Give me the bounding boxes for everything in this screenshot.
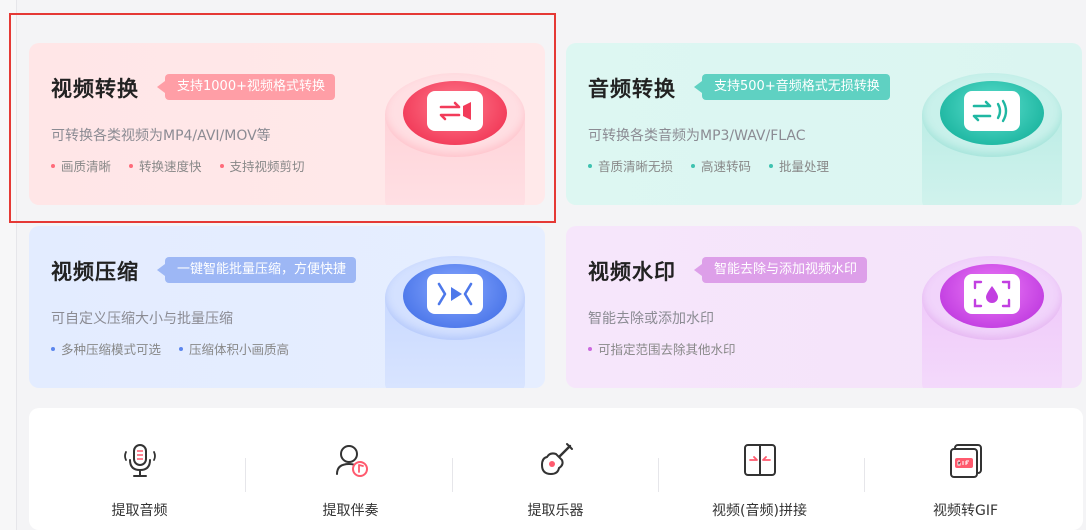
card-description: 可转换各类音频为MP3/WAV/FLAC: [588, 128, 806, 144]
card-title: 音频转换: [588, 77, 676, 101]
audio-convert-card[interactable]: 音频转换 支持500+音频格式无损转换 可转换各类音频为MP3/WAV/FLAC…: [566, 43, 1082, 205]
card-description: 智能去除或添加水印: [588, 311, 714, 327]
feature-item: 音质清晰无损: [588, 156, 673, 175]
tool-extract-accompaniment[interactable]: 提取伴奏: [248, 408, 453, 530]
video-watermark-card[interactable]: 视频水印 智能去除与添加视频水印 智能去除或添加水印 可指定范围去除其他水印: [566, 226, 1082, 388]
tool-extract-audio[interactable]: 提取音频: [37, 408, 242, 530]
feature-item: 压缩体积小画质高: [179, 339, 289, 358]
left-sidebar-edge: [0, 0, 17, 530]
feature-item: 画质清晰: [51, 156, 111, 175]
tool-label: 提取音频: [111, 503, 168, 519]
feature-list: 画质清晰 转换速度快 支持视频剪切: [51, 156, 305, 175]
tool-video-to-gif[interactable]: 视频转GIF: [863, 408, 1068, 530]
card-tag: 一键智能批量压缩，方便快捷: [156, 257, 357, 283]
tool-merge[interactable]: 视频(音频)拼接: [657, 408, 862, 530]
watermark-icon: [922, 256, 1062, 388]
gif-icon: [949, 444, 982, 478]
card-title: 视频压缩: [51, 260, 139, 284]
tool-label: 提取伴奏: [322, 503, 379, 519]
tool-label: 视频(音频)拼接: [712, 503, 807, 519]
guitar-icon: [540, 443, 573, 476]
feature-item: 批量处理: [769, 156, 829, 175]
card-title: 视频转换: [51, 77, 139, 101]
microphone-icon: [123, 444, 156, 477]
feature-item: 支持视频剪切: [220, 156, 305, 175]
video-compress-card[interactable]: 视频压缩 一键智能批量压缩，方便快捷 可自定义压缩大小与批量压缩 多种压缩模式可…: [29, 226, 545, 388]
audio-convert-icon: [922, 73, 1062, 205]
tool-extract-instrument[interactable]: 提取乐器: [453, 408, 658, 530]
card-tag: 支持500+音频格式无损转换: [694, 74, 890, 100]
feature-item: 可指定范围去除其他水印: [588, 339, 736, 358]
card-description: 可自定义压缩大小与批量压缩: [51, 311, 233, 327]
merge-icon: [743, 444, 776, 476]
video-convert-icon: [385, 73, 525, 205]
card-title: 视频水印: [588, 260, 676, 284]
divider: [245, 458, 246, 492]
feature-list: 音质清晰无损 高速转码 批量处理: [588, 156, 829, 175]
card-tag: 支持1000+视频格式转换: [157, 74, 335, 100]
card-tag: 智能去除与添加视频水印: [693, 257, 868, 283]
feature-item: 多种压缩模式可选: [51, 339, 161, 358]
card-description: 可转换各类视频为MP4/AVI/MOV等: [51, 128, 271, 144]
feature-list: 可指定范围去除其他水印: [588, 339, 736, 358]
tool-label: 提取乐器: [527, 503, 584, 519]
feature-item: 高速转码: [691, 156, 751, 175]
tools-panel: 提取音频 提取伴奏 提取乐器 视频(音频)拼接 视频转GIF: [29, 408, 1083, 530]
tool-label: 视频转GIF: [932, 503, 999, 519]
video-convert-card[interactable]: 视频转换 支持1000+视频格式转换 可转换各类视频为MP4/AVI/MOV等 …: [29, 43, 545, 205]
singer-icon: [335, 445, 368, 477]
feature-list: 多种压缩模式可选 压缩体积小画质高: [51, 339, 289, 358]
feature-item: 转换速度快: [129, 156, 202, 175]
video-compress-icon: [385, 256, 525, 388]
